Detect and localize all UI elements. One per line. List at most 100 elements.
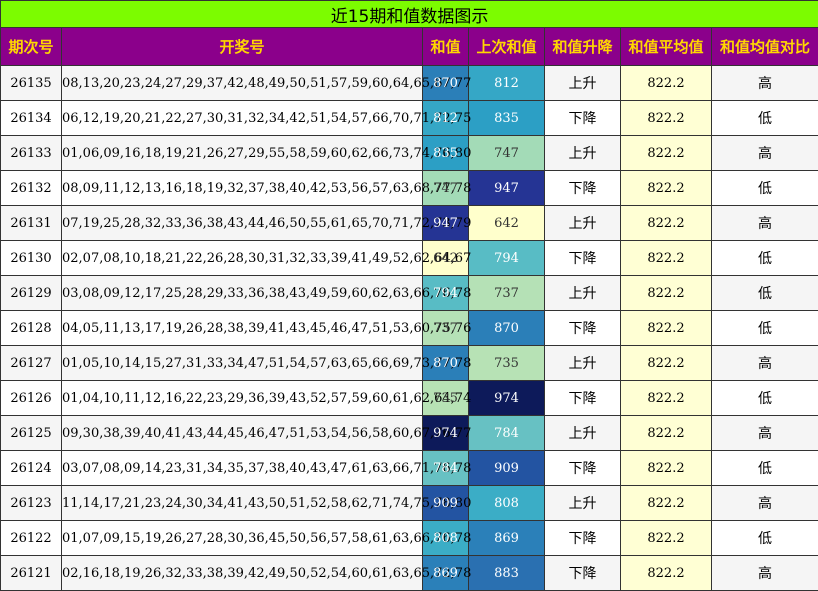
prev-sum-cell: 909 (469, 451, 545, 486)
period-cell: 26131 (1, 206, 62, 241)
table-row: 2613107,19,25,28,32,33,36,38,43,44,46,50… (1, 206, 818, 241)
trend-cell: 下降 (545, 171, 621, 206)
table-row: 2613301,06,09,16,18,19,21,26,27,29,55,58… (1, 136, 818, 171)
compare-cell: 低 (712, 381, 818, 416)
compare-cell: 低 (712, 241, 818, 276)
prev-sum-cell: 737 (469, 276, 545, 311)
period-cell: 26127 (1, 346, 62, 381)
table-row: 2612201,07,09,15,19,26,27,28,30,36,45,50… (1, 521, 818, 556)
prev-sum-cell: 870 (469, 311, 545, 346)
period-cell: 26123 (1, 486, 62, 521)
period-cell: 26130 (1, 241, 62, 276)
prev-sum-cell: 808 (469, 486, 545, 521)
compare-cell: 高 (712, 136, 818, 171)
prev-sum-cell: 794 (469, 241, 545, 276)
average-cell: 822.2 (621, 451, 712, 486)
period-cell: 26121 (1, 556, 62, 591)
average-cell: 822.2 (621, 311, 712, 346)
trend-cell: 下降 (545, 241, 621, 276)
average-cell: 822.2 (621, 521, 712, 556)
compare-cell: 高 (712, 416, 818, 451)
table-row: 2612509,30,38,39,40,41,43,44,45,46,47,51… (1, 416, 818, 451)
numbers-cell: 01,05,10,14,15,27,31,33,34,47,51,54,57,6… (62, 346, 423, 381)
compare-cell: 低 (712, 521, 818, 556)
trend-cell: 上升 (545, 276, 621, 311)
prev-sum-cell: 812 (469, 66, 545, 101)
prev-sum-cell: 735 (469, 346, 545, 381)
numbers-cell: 09,30,38,39,40,41,43,44,45,46,47,51,53,5… (62, 416, 423, 451)
numbers-cell: 11,14,17,21,23,24,30,34,41,43,50,51,52,5… (62, 486, 423, 521)
average-cell: 822.2 (621, 241, 712, 276)
average-cell: 822.2 (621, 171, 712, 206)
table-row: 2613508,13,20,23,24,27,29,37,42,48,49,50… (1, 66, 818, 101)
header-average: 和值平均值 (621, 28, 712, 66)
table-row: 2612903,08,09,12,17,25,28,29,33,36,38,43… (1, 276, 818, 311)
table-row: 2612804,05,11,13,17,19,26,28,38,39,41,43… (1, 311, 818, 346)
prev-sum-cell: 747 (469, 136, 545, 171)
average-cell: 822.2 (621, 346, 712, 381)
sum-value-table: 近15期和值数据图示 期次号 开奖号 和值 上次和值 和值升降 和值平均值 和值… (0, 0, 818, 591)
compare-cell: 低 (712, 276, 818, 311)
compare-cell: 高 (712, 346, 818, 381)
trend-cell: 下降 (545, 556, 621, 591)
table-row: 2612701,05,10,14,15,27,31,33,34,47,51,54… (1, 346, 818, 381)
period-cell: 26135 (1, 66, 62, 101)
period-cell: 26132 (1, 171, 62, 206)
sum-value-table-container: 近15期和值数据图示 期次号 开奖号 和值 上次和值 和值升降 和值平均值 和值… (0, 0, 818, 590)
period-cell: 26122 (1, 521, 62, 556)
compare-cell: 高 (712, 206, 818, 241)
table-header-row: 期次号 开奖号 和值 上次和值 和值升降 和值平均值 和值均值对比 (1, 28, 818, 66)
average-cell: 822.2 (621, 101, 712, 136)
trend-cell: 上升 (545, 206, 621, 241)
trend-cell: 上升 (545, 416, 621, 451)
prev-sum-cell: 869 (469, 521, 545, 556)
prev-sum-cell: 974 (469, 381, 545, 416)
average-cell: 822.2 (621, 206, 712, 241)
numbers-cell: 08,09,11,12,13,16,18,19,32,37,38,40,42,5… (62, 171, 423, 206)
numbers-cell: 04,05,11,13,17,19,26,28,38,39,41,43,45,4… (62, 311, 423, 346)
header-trend: 和值升降 (545, 28, 621, 66)
numbers-cell: 01,07,09,15,19,26,27,28,30,36,45,50,56,5… (62, 521, 423, 556)
numbers-cell: 08,13,20,23,24,27,29,37,42,48,49,50,51,5… (62, 66, 423, 101)
numbers-cell: 07,19,25,28,32,33,36,38,43,44,46,50,55,6… (62, 206, 423, 241)
table-row: 2612601,04,10,11,12,16,22,23,29,36,39,43… (1, 381, 818, 416)
header-numbers: 开奖号 (62, 28, 423, 66)
table-row: 2612102,16,18,19,26,32,33,38,39,42,49,50… (1, 556, 818, 591)
trend-cell: 下降 (545, 381, 621, 416)
trend-cell: 上升 (545, 346, 621, 381)
numbers-cell: 03,08,09,12,17,25,28,29,33,36,38,43,49,5… (62, 276, 423, 311)
trend-cell: 下降 (545, 101, 621, 136)
header-sum: 和值 (423, 28, 469, 66)
compare-cell: 低 (712, 101, 818, 136)
numbers-cell: 01,06,09,16,18,19,21,26,27,29,55,58,59,6… (62, 136, 423, 171)
header-period: 期次号 (1, 28, 62, 66)
numbers-cell: 03,07,08,09,14,23,31,34,35,37,38,40,43,4… (62, 451, 423, 486)
average-cell: 822.2 (621, 66, 712, 101)
table-title-row: 近15期和值数据图示 (1, 1, 818, 28)
compare-cell: 高 (712, 486, 818, 521)
trend-cell: 上升 (545, 66, 621, 101)
prev-sum-cell: 883 (469, 556, 545, 591)
compare-cell: 低 (712, 171, 818, 206)
period-cell: 26128 (1, 311, 62, 346)
average-cell: 822.2 (621, 556, 712, 591)
numbers-cell: 01,04,10,11,12,16,22,23,29,36,39,43,52,5… (62, 381, 423, 416)
period-cell: 26125 (1, 416, 62, 451)
average-cell: 822.2 (621, 416, 712, 451)
table-row: 2612311,14,17,21,23,24,30,34,41,43,50,51… (1, 486, 818, 521)
table-row: 2612403,07,08,09,14,23,31,34,35,37,38,40… (1, 451, 818, 486)
header-prev-sum: 上次和值 (469, 28, 545, 66)
period-cell: 26133 (1, 136, 62, 171)
numbers-cell: 06,12,19,20,21,22,27,30,31,32,34,42,51,5… (62, 101, 423, 136)
period-cell: 26134 (1, 101, 62, 136)
average-cell: 822.2 (621, 381, 712, 416)
table-title: 近15期和值数据图示 (1, 1, 818, 28)
prev-sum-cell: 642 (469, 206, 545, 241)
average-cell: 822.2 (621, 486, 712, 521)
compare-cell: 高 (712, 556, 818, 591)
table-row: 2613002,07,08,10,18,21,22,26,28,30,31,32… (1, 241, 818, 276)
numbers-cell: 02,16,18,19,26,32,33,38,39,42,49,50,52,5… (62, 556, 423, 591)
trend-cell: 上升 (545, 136, 621, 171)
table-row: 2613406,12,19,20,21,22,27,30,31,32,34,42… (1, 101, 818, 136)
numbers-cell: 02,07,08,10,18,21,22,26,28,30,31,32,33,3… (62, 241, 423, 276)
